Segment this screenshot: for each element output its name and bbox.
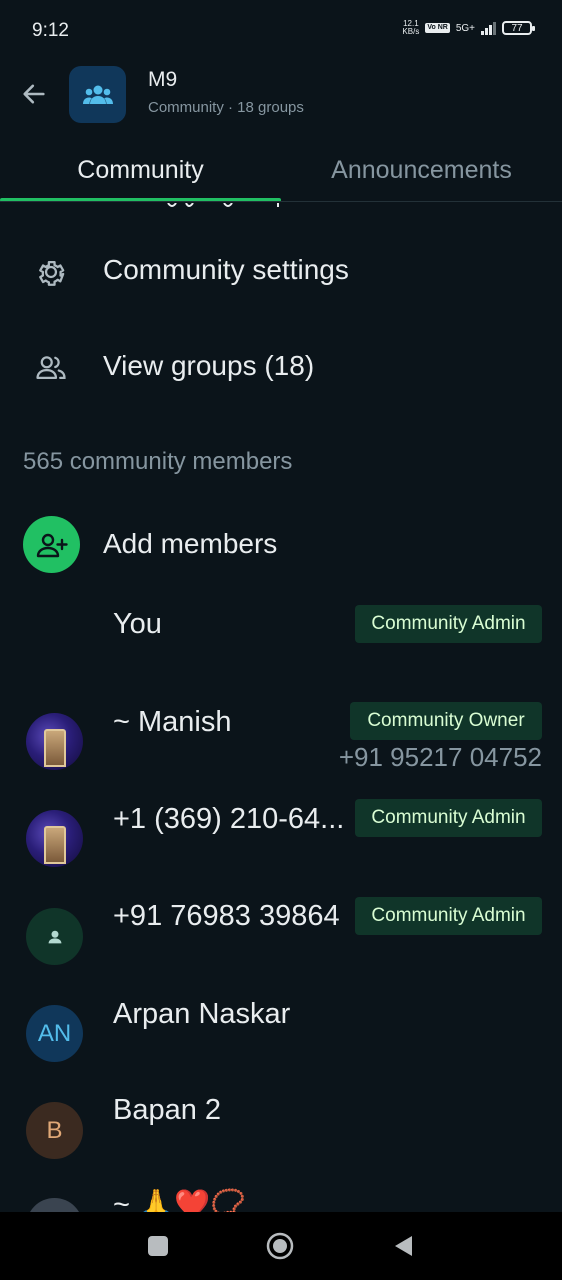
member-row[interactable]: B Bapan 2 (0, 1082, 562, 1176)
network-label: 5G+ (455, 22, 475, 34)
view-groups-label: View groups (18) (103, 350, 315, 381)
status-icons: 12.1 KB/s Vo NR 5G+ 77 (402, 19, 535, 36)
signal-icon (481, 21, 496, 35)
arrow-left-icon (23, 84, 45, 104)
member-name: ~ 🙏❤️📿 (113, 1189, 247, 1212)
recents-button[interactable] (148, 1236, 168, 1256)
gear-icon (39, 260, 65, 286)
status-bar: 9:12 12.1 KB/s Vo NR 5G+ 77 (0, 0, 562, 60)
member-name: +91 76983 39864 (113, 900, 340, 932)
member-row[interactable]: +91 76983 39864 Community Admin (0, 888, 562, 982)
tab-announcements[interactable]: Announcements (281, 150, 562, 202)
community-avatar[interactable] (69, 66, 126, 123)
home-button[interactable] (266, 1232, 294, 1260)
member-row[interactable]: AN Arpan Naskar (0, 984, 562, 1078)
member-count-label: 565 community members (23, 448, 293, 475)
member-row[interactable]: ~ Manish Community Owner (0, 694, 562, 788)
status-time: 9:12 (32, 20, 69, 41)
community-settings-row[interactable]: Community settings (0, 238, 562, 308)
people-group-icon (82, 85, 113, 104)
scrolled-content-fragment (167, 203, 279, 207)
member-avatar: B (26, 1102, 83, 1159)
member-badge: Community Admin (355, 799, 542, 837)
member-row[interactable]: +1 (369) 210-64... Community Admin (0, 790, 562, 884)
net-speed: 12.1 KB/s (402, 19, 420, 36)
member-avatar (26, 810, 83, 867)
member-avatar (26, 908, 83, 965)
view-groups-row[interactable]: View groups (18) (0, 334, 562, 404)
member-phone: +91 95217 04752 (338, 742, 542, 772)
battery-icon: 77 (502, 21, 535, 35)
default-person-icon (48, 930, 61, 943)
person-add-icon (36, 533, 68, 557)
member-avatar (26, 1198, 83, 1212)
member-badge: Community Admin (355, 897, 542, 935)
member-badge: Community Owner (350, 702, 542, 740)
add-members-row[interactable]: Add members (0, 510, 562, 580)
community-settings-label: Community settings (103, 254, 349, 285)
back-button[interactable] (20, 80, 48, 108)
nav-back-button[interactable] (392, 1234, 414, 1258)
member-row[interactable]: You Community Admin (0, 596, 562, 686)
tab-community[interactable]: Community (0, 150, 281, 202)
member-badge: Community Admin (355, 605, 542, 643)
tab-divider (0, 201, 562, 202)
member-name: +1 (369) 210-64... (113, 803, 345, 835)
add-members-label: Add members (103, 528, 278, 559)
member-name: Bapan 2 (113, 1094, 222, 1126)
member-avatar: AN (26, 1005, 83, 1062)
community-subtitle: Community · 18 groups (148, 99, 304, 116)
community-title[interactable]: M9 (148, 68, 177, 92)
volte-icon: Vo NR (425, 23, 450, 33)
add-members-avatar (23, 516, 80, 573)
avatar-photo-icon (43, 728, 66, 767)
member-avatar (26, 713, 83, 770)
member-name: You (113, 608, 162, 640)
member-row[interactable]: ~ 🙏❤️📿 (0, 1178, 562, 1212)
people-outline-icon (36, 356, 66, 380)
member-name: Arpan Naskar (113, 998, 291, 1030)
avatar-photo-icon (43, 825, 66, 864)
member-name: ~ Manish (113, 706, 232, 738)
